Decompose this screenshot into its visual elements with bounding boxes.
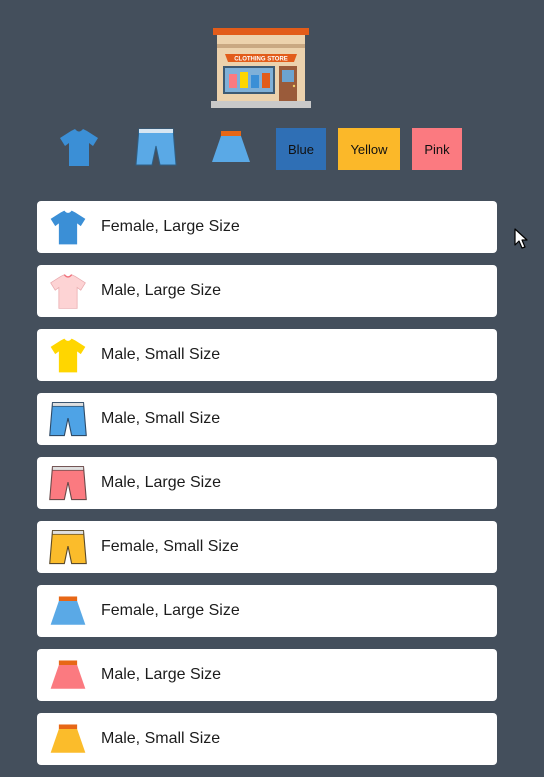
pink-filter-button[interactable]: Pink [412, 128, 462, 170]
skirt-icon [50, 660, 86, 689]
shorts-icon [49, 530, 87, 565]
skirt-filter-button[interactable] [208, 126, 254, 170]
yellow-filter-button[interactable]: Yellow [338, 128, 400, 170]
skirt-icon [212, 131, 250, 162]
shorts-icon [49, 466, 87, 501]
list-item[interactable]: Male, Large Size [37, 265, 497, 317]
list-item[interactable]: Male, Small Size [37, 329, 497, 381]
item-label: Female, Large Size [101, 218, 240, 235]
list-item[interactable]: Female, Large Size [37, 585, 497, 637]
item-label: Male, Large Size [101, 282, 222, 299]
item-label: Female, Small Size [101, 538, 239, 555]
blue-filter-button[interactable]: Blue [276, 128, 326, 170]
list-item[interactable]: Female, Large Size [37, 201, 497, 253]
shirt-filter-button[interactable] [56, 126, 102, 170]
filter-bar: Blue Yellow Pink [0, 126, 544, 172]
item-label: Male, Large Size [101, 666, 222, 683]
clothing-store-logo: CLOTHING STORE [211, 28, 311, 108]
list-item[interactable]: Male, Large Size [37, 649, 497, 701]
mouse-cursor-icon [514, 228, 528, 249]
skirt-icon [50, 596, 86, 625]
item-label: Male, Small Size [101, 730, 221, 747]
shirt-icon [50, 210, 86, 245]
store-sign-text: CLOTHING STORE [234, 57, 288, 63]
item-label: Male, Large Size [101, 474, 222, 491]
shorts-filter-button[interactable] [133, 126, 179, 170]
shorts-icon [49, 402, 87, 437]
shirt-icon [60, 129, 98, 166]
shorts-icon [135, 128, 177, 166]
list-item[interactable]: Male, Small Size [37, 713, 497, 765]
item-label: Female, Large Size [101, 602, 240, 619]
shirt-icon [50, 338, 86, 373]
product-list: Female, Large Size Male, Large Size Male… [37, 201, 497, 777]
list-item[interactable]: Female, Small Size [37, 521, 497, 573]
list-item[interactable]: Male, Large Size [37, 457, 497, 509]
list-item[interactable]: Male, Small Size [37, 393, 497, 445]
shirt-icon [50, 274, 86, 309]
skirt-icon [50, 724, 86, 753]
item-label: Male, Small Size [101, 410, 221, 427]
item-label: Male, Small Size [101, 346, 221, 363]
